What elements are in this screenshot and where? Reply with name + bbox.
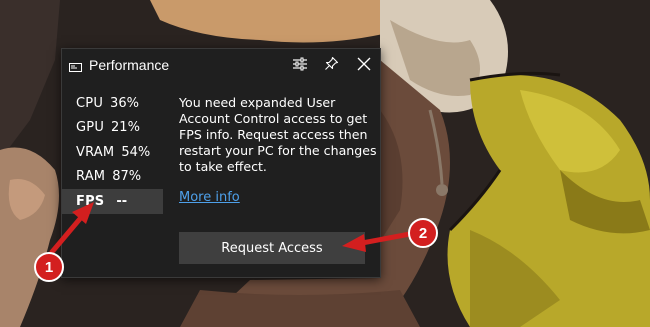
request-access-button[interactable]: Request Access xyxy=(179,232,365,264)
close-button[interactable] xyxy=(352,54,376,78)
metric-label: CPU xyxy=(76,95,104,111)
metric-label: FPS xyxy=(76,193,105,209)
metric-value: 87% xyxy=(112,169,142,185)
sliders-icon xyxy=(292,57,308,76)
metric-gpu[interactable]: GPU 21% xyxy=(62,116,163,141)
metric-label: GPU xyxy=(76,120,105,136)
metric-value: -- xyxy=(116,193,128,209)
pin-icon xyxy=(324,56,339,76)
annotation-badge-1: 1 xyxy=(34,252,64,282)
metric-label: VRAM xyxy=(76,144,115,160)
monitor-icon xyxy=(69,60,82,72)
widget-title: Performance xyxy=(89,57,170,73)
metric-cpu[interactable]: CPU 36% xyxy=(62,91,163,116)
widget-titlebar[interactable]: Performance xyxy=(62,49,380,83)
performance-widget: Performance CPU 36% GPU 21% VRAM 54% RAM… xyxy=(61,48,381,278)
metric-fps[interactable]: FPS -- xyxy=(62,189,163,214)
metric-label: RAM xyxy=(76,169,106,185)
more-info-link[interactable]: More info xyxy=(179,190,240,205)
metric-value: 36% xyxy=(110,95,139,111)
close-icon xyxy=(357,57,371,76)
metrics-list: CPU 36% GPU 21% VRAM 54% RAM 87% FPS -- xyxy=(62,91,163,214)
metric-value: 54% xyxy=(121,144,151,160)
uac-message: You need expanded User Account Control a… xyxy=(179,95,377,174)
settings-button[interactable] xyxy=(288,54,312,78)
metric-vram[interactable]: VRAM 54% xyxy=(62,140,163,165)
annotation-badge-2: 2 xyxy=(408,218,438,248)
metric-ram[interactable]: RAM 87% xyxy=(62,165,163,190)
metric-value: 21% xyxy=(111,120,140,136)
pin-button[interactable] xyxy=(319,54,343,78)
